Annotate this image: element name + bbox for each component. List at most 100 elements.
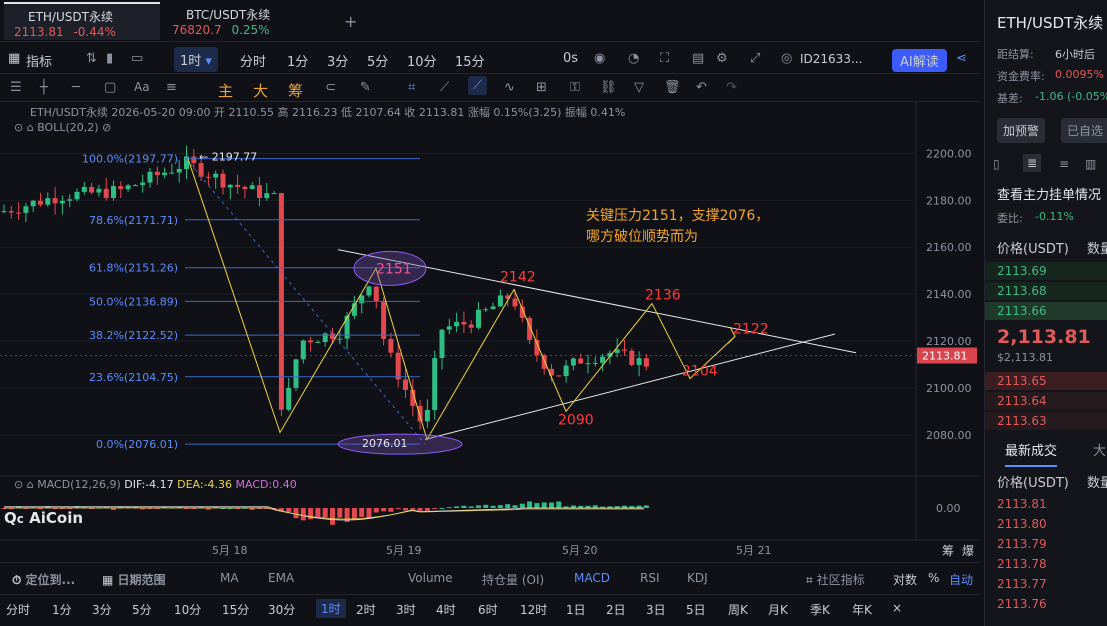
- interval-option[interactable]: 1时: [316, 599, 346, 618]
- log-toggle[interactable]: 对数: [893, 571, 917, 588]
- indicator-kdj[interactable]: KDJ: [687, 571, 708, 585]
- watchlist-button[interactable]: 已自选: [1061, 118, 1107, 143]
- bid-row[interactable]: 2113.68: [985, 282, 1107, 300]
- interval-option[interactable]: 10分: [174, 601, 201, 618]
- ask-row[interactable]: 2113.64: [985, 392, 1107, 410]
- menu-icon[interactable]: ☰: [10, 80, 22, 95]
- interval-option[interactable]: 30分: [268, 601, 295, 618]
- tab-eth[interactable]: ETH/USDT永续 2113.81 -0.44%: [4, 2, 160, 40]
- interval-select[interactable]: 1时 ▾: [174, 47, 218, 72]
- share-icon[interactable]: ⋖: [956, 51, 967, 66]
- interval-15m[interactable]: 15分: [455, 51, 485, 70]
- indicator-macd[interactable]: MACD: [574, 571, 610, 585]
- interval-option[interactable]: 3日: [646, 601, 666, 618]
- interval-option[interactable]: 2时: [356, 601, 376, 618]
- draw-select-icon[interactable]: ⌗: [408, 80, 415, 95]
- interval-option[interactable]: 1日: [566, 601, 586, 618]
- template-icon[interactable]: ▤: [692, 51, 704, 66]
- replay-speed[interactable]: 0s: [563, 51, 578, 66]
- undo-icon[interactable]: ↶: [696, 80, 707, 95]
- text-tool-icon[interactable]: Aa: [134, 80, 150, 94]
- interval-fenshi[interactable]: 分时: [240, 51, 266, 70]
- big-trades-tab[interactable]: 大: [1093, 440, 1106, 459]
- tab-btc[interactable]: BTC/USDT永续 76820.7 0.25%: [162, 2, 312, 40]
- interval-option[interactable]: 1分: [52, 601, 72, 618]
- pattern-icon[interactable]: ∿: [504, 80, 515, 95]
- crosshair-icon[interactable]: ┼: [40, 80, 48, 95]
- locate-button[interactable]: ⏱ 定位到...: [12, 571, 75, 588]
- brush-icon[interactable]: ✎: [360, 80, 371, 95]
- auto-toggle[interactable]: 自动: [949, 571, 973, 588]
- percent-toggle[interactable]: %: [928, 571, 939, 585]
- account-icon[interactable]: ◎: [781, 51, 792, 66]
- chart-area[interactable]: 100.0%(2197.77) 78.6%(2171.71) 61.8%(2151.…: [0, 102, 980, 560]
- orderbook-both-icon[interactable]: ▯: [993, 157, 1000, 171]
- interval-option[interactable]: 周K: [728, 601, 748, 618]
- bid-row[interactable]: 2113.66: [985, 302, 1107, 320]
- big-order-button[interactable]: 大: [253, 80, 268, 101]
- main-force-button[interactable]: 主: [218, 80, 233, 101]
- rect-tool-icon[interactable]: ▢: [104, 80, 116, 95]
- liquidation-corner[interactable]: 爆: [962, 542, 974, 559]
- interval-option[interactable]: 3分: [92, 601, 112, 618]
- ruler-icon[interactable]: ⟋: [440, 80, 449, 95]
- chip-corner[interactable]: 筹: [942, 542, 954, 559]
- interval-option[interactable]: 15分: [222, 601, 249, 618]
- layers-icon[interactable]: ≡: [166, 80, 177, 95]
- grid-icon[interactable]: ▦: [8, 51, 20, 66]
- filter-icon[interactable]: ▽: [634, 80, 644, 95]
- link-icon[interactable]: ⛓: [600, 80, 617, 95]
- trend-tool-icon[interactable]: ⟋: [468, 76, 488, 95]
- fullscreen-icon[interactable]: ⛶: [660, 51, 669, 66]
- orderbook-bids-icon[interactable]: ≣: [1023, 154, 1042, 172]
- date-range-button[interactable]: ▦ 日期范围: [102, 571, 166, 588]
- chip-button[interactable]: 筹: [288, 80, 303, 101]
- interval-option[interactable]: 2日: [606, 601, 626, 618]
- interval-option[interactable]: 月K: [768, 601, 788, 618]
- macd-label[interactable]: ⊙ ⌂ MACD(12,26,9) DIF:-4.17 DEA:-4.36 MA…: [14, 478, 297, 491]
- new-tab-button[interactable]: +: [344, 12, 357, 31]
- trades-tab[interactable]: 最新成交: [1005, 440, 1058, 467]
- interval-option[interactable]: 4时: [436, 601, 456, 618]
- ask-row[interactable]: 2113.63: [985, 412, 1107, 430]
- boll-label[interactable]: ⊙ ⌂ BOLL(20,2) ⊘: [14, 121, 111, 134]
- alarm-icon[interactable]: ◔: [628, 51, 639, 66]
- settings-icon[interactable]: ⚙: [716, 51, 728, 66]
- lock-icon[interactable]: ⚿: [570, 80, 580, 95]
- bid-row[interactable]: 2113.69: [985, 262, 1107, 280]
- close-interval-button[interactable]: ×: [892, 601, 902, 615]
- indicator-rsi[interactable]: RSI: [640, 571, 660, 585]
- camera-icon[interactable]: ◉: [594, 51, 605, 66]
- interval-1m[interactable]: 1分: [287, 51, 308, 70]
- line-tool-icon[interactable]: ─: [72, 80, 80, 95]
- indicator-volume[interactable]: Volume: [408, 571, 453, 585]
- orderbook-depth-icon[interactable]: ▥: [1085, 157, 1096, 171]
- interval-option[interactable]: 分时: [6, 601, 30, 618]
- indicator-ma[interactable]: MA: [220, 571, 239, 585]
- interval-option[interactable]: 5分: [132, 601, 152, 618]
- indicator-button[interactable]: 指标: [26, 51, 52, 70]
- interval-option[interactable]: 12时: [520, 601, 547, 618]
- account-selector[interactable]: ID21633...: [800, 52, 862, 66]
- interval-3m[interactable]: 3分: [327, 51, 348, 70]
- expand-icon[interactable]: ⤢: [750, 51, 760, 66]
- indicator-oi[interactable]: 持仓量 (OI): [482, 571, 544, 588]
- ai-analysis-button[interactable]: AI解读: [892, 49, 947, 72]
- interval-option[interactable]: 6时: [478, 601, 498, 618]
- interval-option[interactable]: 年K: [852, 601, 872, 618]
- community-indicators[interactable]: ⌗ 社区指标: [806, 571, 865, 588]
- interval-10m[interactable]: 10分: [407, 51, 437, 70]
- interval-option[interactable]: 季K: [810, 601, 830, 618]
- redo-icon[interactable]: ↷: [726, 80, 737, 95]
- compare-icon[interactable]: ⇅: [86, 51, 97, 66]
- chart-type-icon[interactable]: ▮: [106, 51, 113, 66]
- interval-5m[interactable]: 5分: [367, 51, 388, 70]
- magnet-icon[interactable]: ⊂: [325, 80, 336, 95]
- ask-row[interactable]: 2113.65: [985, 372, 1107, 390]
- indicator-ema[interactable]: EMA: [268, 571, 294, 585]
- layout-icon[interactable]: ▭: [131, 51, 143, 66]
- interval-option[interactable]: 5日: [686, 601, 706, 618]
- delete-icon[interactable]: 🗑: [664, 80, 681, 95]
- measure-icon[interactable]: ⊞: [536, 80, 547, 95]
- chart-svg[interactable]: 100.0%(2197.77) 78.6%(2171.71) 61.8%(2151.…: [0, 102, 980, 560]
